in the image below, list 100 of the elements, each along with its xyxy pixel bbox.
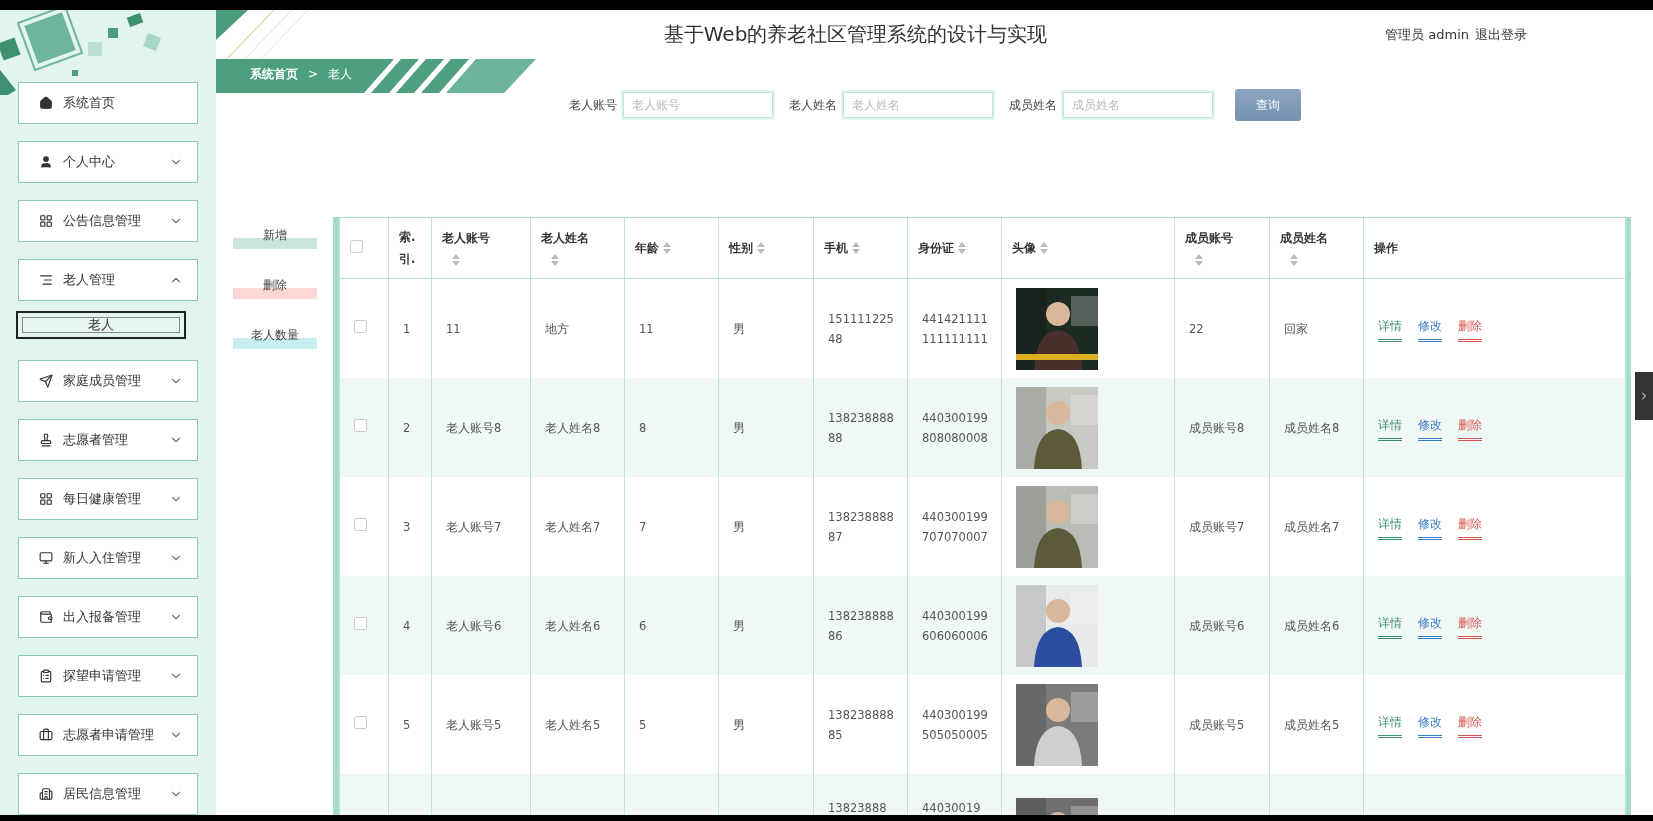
edit-link[interactable]: 修改 xyxy=(1418,711,1442,738)
table-cell: 地方 xyxy=(545,321,569,336)
table-cell: 男 xyxy=(733,717,745,732)
delete-link[interactable]: 删除 xyxy=(1458,414,1482,441)
count-button[interactable]: 老人数量 xyxy=(233,327,317,350)
table-cell: 老人姓名5 xyxy=(545,717,601,732)
building-icon xyxy=(39,787,53,801)
delete-link[interactable]: 删除 xyxy=(1458,315,1482,342)
sidebar-item-label: 每日健康管理 xyxy=(63,490,142,508)
sidebar-item[interactable]: 每日健康管理 xyxy=(18,478,198,520)
home-icon xyxy=(39,96,53,110)
sidebar-item[interactable]: 公告信息管理 xyxy=(18,200,198,242)
sort-icon xyxy=(1040,242,1048,255)
detail-link[interactable]: 详情 xyxy=(1378,612,1402,639)
column-header[interactable]: 头像 xyxy=(1012,240,1048,256)
sidebar-item[interactable]: 居民信息管理 xyxy=(18,773,198,815)
table-cell: 男 xyxy=(733,519,745,534)
sidebar-item[interactable]: 出入报备管理 xyxy=(18,596,198,638)
logout-link[interactable]: 退出登录 xyxy=(1475,25,1527,44)
table-cell: 15111122548 xyxy=(828,311,894,346)
sidebar-item-label: 志愿者管理 xyxy=(63,431,129,449)
page-title: 基于Web的养老社区管理系统的设计与实现 xyxy=(662,21,1049,49)
detail-link[interactable]: 详情 xyxy=(1378,711,1402,738)
table-cell: 13823888887 xyxy=(828,509,894,544)
detail-link[interactable]: 详情 xyxy=(1378,315,1402,342)
delete-link[interactable]: 删除 xyxy=(1458,612,1482,639)
sidebar-item[interactable]: 系统首页 xyxy=(18,82,198,124)
search-field[interactable]: 老人姓名 xyxy=(842,92,993,119)
sidebar-item-label: 老人管理 xyxy=(63,271,116,289)
checkbox[interactable] xyxy=(354,418,367,432)
table-cell: 4 xyxy=(403,618,411,633)
search-field[interactable]: 成员姓名 xyxy=(1062,92,1213,119)
sidebar-item[interactable]: 探望申请管理 xyxy=(18,655,198,697)
briefcase-icon xyxy=(39,728,53,742)
sidebar-item-label: 个人中心 xyxy=(63,153,116,171)
sidebar-subitem[interactable]: 老人 xyxy=(16,311,186,339)
edit-link[interactable]: 修改 xyxy=(1418,315,1442,342)
table-cell: 老人姓名8 xyxy=(545,420,601,435)
sidebar-item[interactable]: 志愿者管理 xyxy=(18,419,198,461)
table-cell: 11 xyxy=(446,321,461,336)
checkbox[interactable] xyxy=(354,616,367,630)
table-cell: 440300199606060006 xyxy=(922,608,988,643)
table-cell: 回家 xyxy=(1284,321,1308,336)
table-cell: 440300199808080008 xyxy=(922,410,988,445)
table-cell: 441421111111111111 xyxy=(922,311,988,346)
table-cell: 成员账号8 xyxy=(1189,420,1245,435)
sidebar-item[interactable]: 家庭成员管理 xyxy=(18,360,198,402)
table-cell: 5 xyxy=(639,717,647,732)
table-cell: 7 xyxy=(639,519,647,534)
checkbox[interactable] xyxy=(350,240,363,254)
breadcrumb-separator: > xyxy=(308,67,319,82)
sidebar-item-label: 系统首页 xyxy=(63,94,116,112)
table-cell: 老人姓名7 xyxy=(545,519,601,534)
table-cell: 老人账号7 xyxy=(446,519,502,534)
sidebar-item[interactable]: 个人中心 xyxy=(18,141,198,183)
table-cell: 成员账号5 xyxy=(1189,717,1245,732)
sidebar-item-label: 新人入住管理 xyxy=(63,549,142,567)
add-button[interactable]: 新增 xyxy=(233,227,317,250)
delete-button[interactable]: 删除 xyxy=(233,277,317,300)
table-cell: 成员姓名8 xyxy=(1284,420,1340,435)
column-header[interactable]: 年龄 xyxy=(635,240,671,256)
table-cell: 成员姓名7 xyxy=(1284,519,1340,534)
table-cell: 440300199707070007 xyxy=(922,509,988,544)
table-cell: 13823888 xyxy=(828,801,887,815)
grid-icon xyxy=(39,214,53,228)
column-header[interactable]: 身份证 xyxy=(918,240,966,256)
sidebar-item-label: 探望申请管理 xyxy=(63,667,142,685)
sort-icon xyxy=(757,242,765,255)
column-header[interactable]: 手机 xyxy=(824,240,860,256)
sidebar-item[interactable]: 新人入住管理 xyxy=(18,537,198,579)
table-cell: 男 xyxy=(733,420,745,435)
sort-icon xyxy=(551,253,559,266)
detail-link[interactable]: 详情 xyxy=(1378,513,1402,540)
edit-link[interactable]: 修改 xyxy=(1418,612,1442,639)
table-cell: 成员账号7 xyxy=(1189,519,1245,534)
sort-icon xyxy=(852,242,860,255)
table-cell: 男 xyxy=(733,321,745,336)
sidebar-item[interactable]: 老人管理 xyxy=(18,259,198,301)
table-cell: 男 xyxy=(733,618,745,633)
sidebar-item-label: 家庭成员管理 xyxy=(63,372,142,390)
search-field[interactable]: 老人账号 xyxy=(622,92,773,119)
column-header[interactable]: 性别 xyxy=(729,240,765,256)
table-cell: 6 xyxy=(639,618,647,633)
sidebar-item[interactable]: 志愿者申请管理 xyxy=(18,714,198,756)
field-label: 老人账号 xyxy=(568,96,617,114)
sidebar-item-label: 出入报备管理 xyxy=(63,608,142,626)
sort-icon xyxy=(1290,253,1298,266)
checkbox[interactable] xyxy=(354,715,367,729)
delete-link[interactable]: 删除 xyxy=(1458,711,1482,738)
side-panel-toggle[interactable] xyxy=(1635,372,1653,420)
sort-icon xyxy=(958,242,966,255)
delete-link[interactable]: 删除 xyxy=(1458,513,1482,540)
clipboard-icon xyxy=(39,669,53,683)
detail-link[interactable]: 详情 xyxy=(1378,414,1402,441)
checkbox[interactable] xyxy=(354,517,367,531)
edit-link[interactable]: 修改 xyxy=(1418,513,1442,540)
sort-icon xyxy=(452,253,460,266)
edit-link[interactable]: 修改 xyxy=(1418,414,1442,441)
checkbox[interactable] xyxy=(354,319,367,333)
table-cell: 老人账号5 xyxy=(446,717,502,732)
